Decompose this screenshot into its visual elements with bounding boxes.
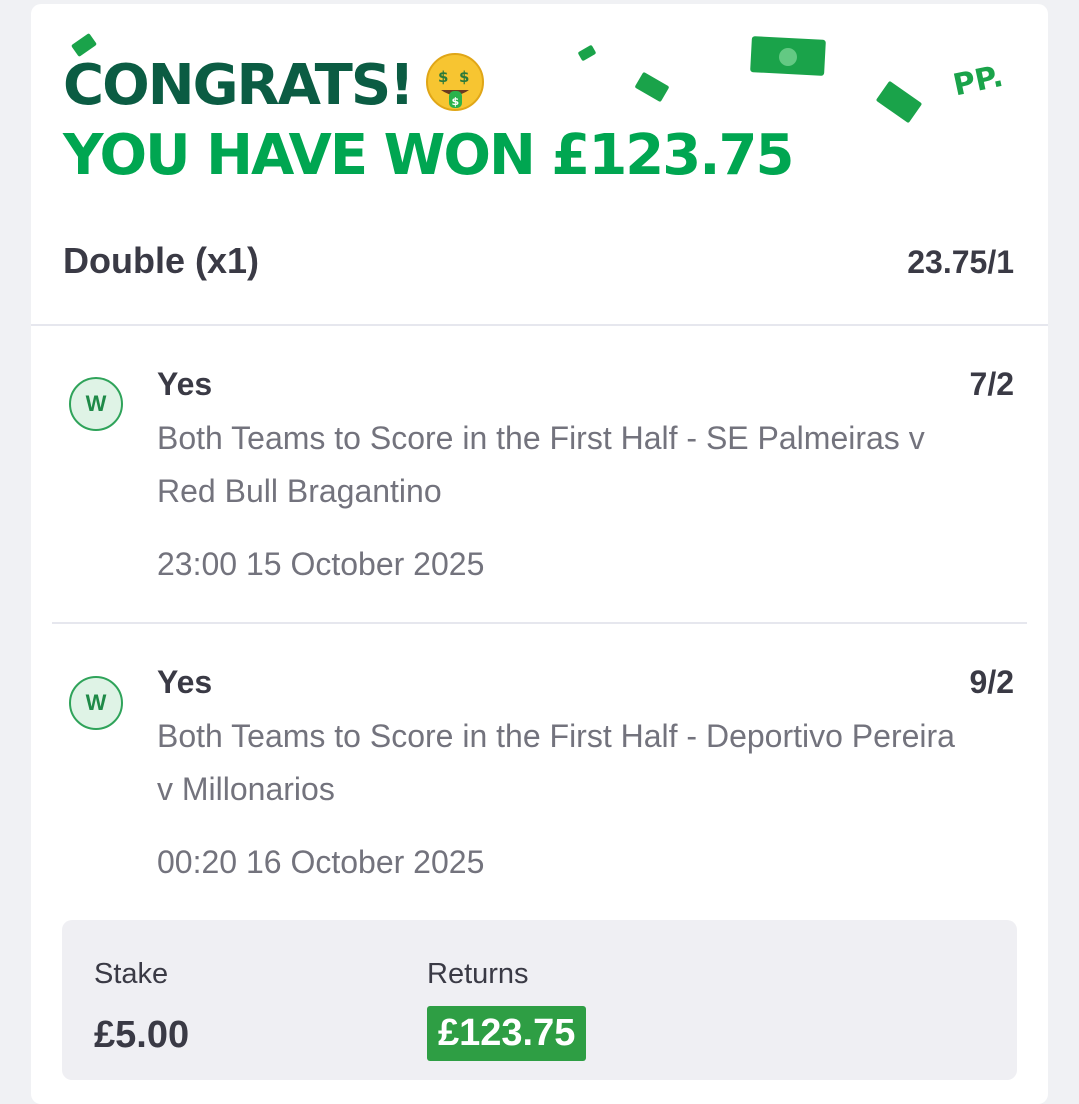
stake-label: Stake <box>94 958 169 990</box>
bet-total-odds: 23.75/1 <box>907 244 1014 280</box>
leg-market-description: Both Teams to Score in the First Half - … <box>157 420 925 509</box>
leg-selection: Yes <box>157 366 213 402</box>
stake-returns-summary: Stake Returns £5.00 £123.75 <box>62 920 1017 1080</box>
stake-value: £5.00 <box>94 1014 190 1056</box>
leg-odds: 9/2 <box>969 664 1014 700</box>
win-amount-heading: YOU HAVE WON £123.75 <box>63 123 794 188</box>
leg-event-time: 23:00 15 October 2025 <box>157 546 485 582</box>
congrats-heading: CONGRATS! $ $ $ <box>63 52 485 114</box>
money-mouth-face-icon: $ $ $ <box>425 53 484 111</box>
win-status-badge: W <box>69 676 123 730</box>
win-status-badge: W <box>69 377 123 431</box>
returns-label: Returns <box>427 958 529 990</box>
header-divider <box>31 324 1048 326</box>
congrats-text: CONGRATS! <box>63 53 415 118</box>
leg-selection: Yes <box>157 664 213 700</box>
leg-market-description: Both Teams to Score in the First Half - … <box>157 718 955 807</box>
bet-receipt-card: PP. CONGRATS! $ $ $ YOU HAVE WON £123.75… <box>31 4 1048 1104</box>
bet-type-label: Double (x1) <box>63 240 260 281</box>
leg-odds: 7/2 <box>969 366 1014 402</box>
leg-divider <box>52 622 1027 624</box>
leg-event-time: 00:20 16 October 2025 <box>157 844 485 880</box>
returns-value: £123.75 <box>427 1006 587 1061</box>
pp-logo: PP. <box>950 59 1006 104</box>
win-header: PP. CONGRATS! $ $ $ YOU HAVE WON £123.75… <box>31 4 1048 324</box>
